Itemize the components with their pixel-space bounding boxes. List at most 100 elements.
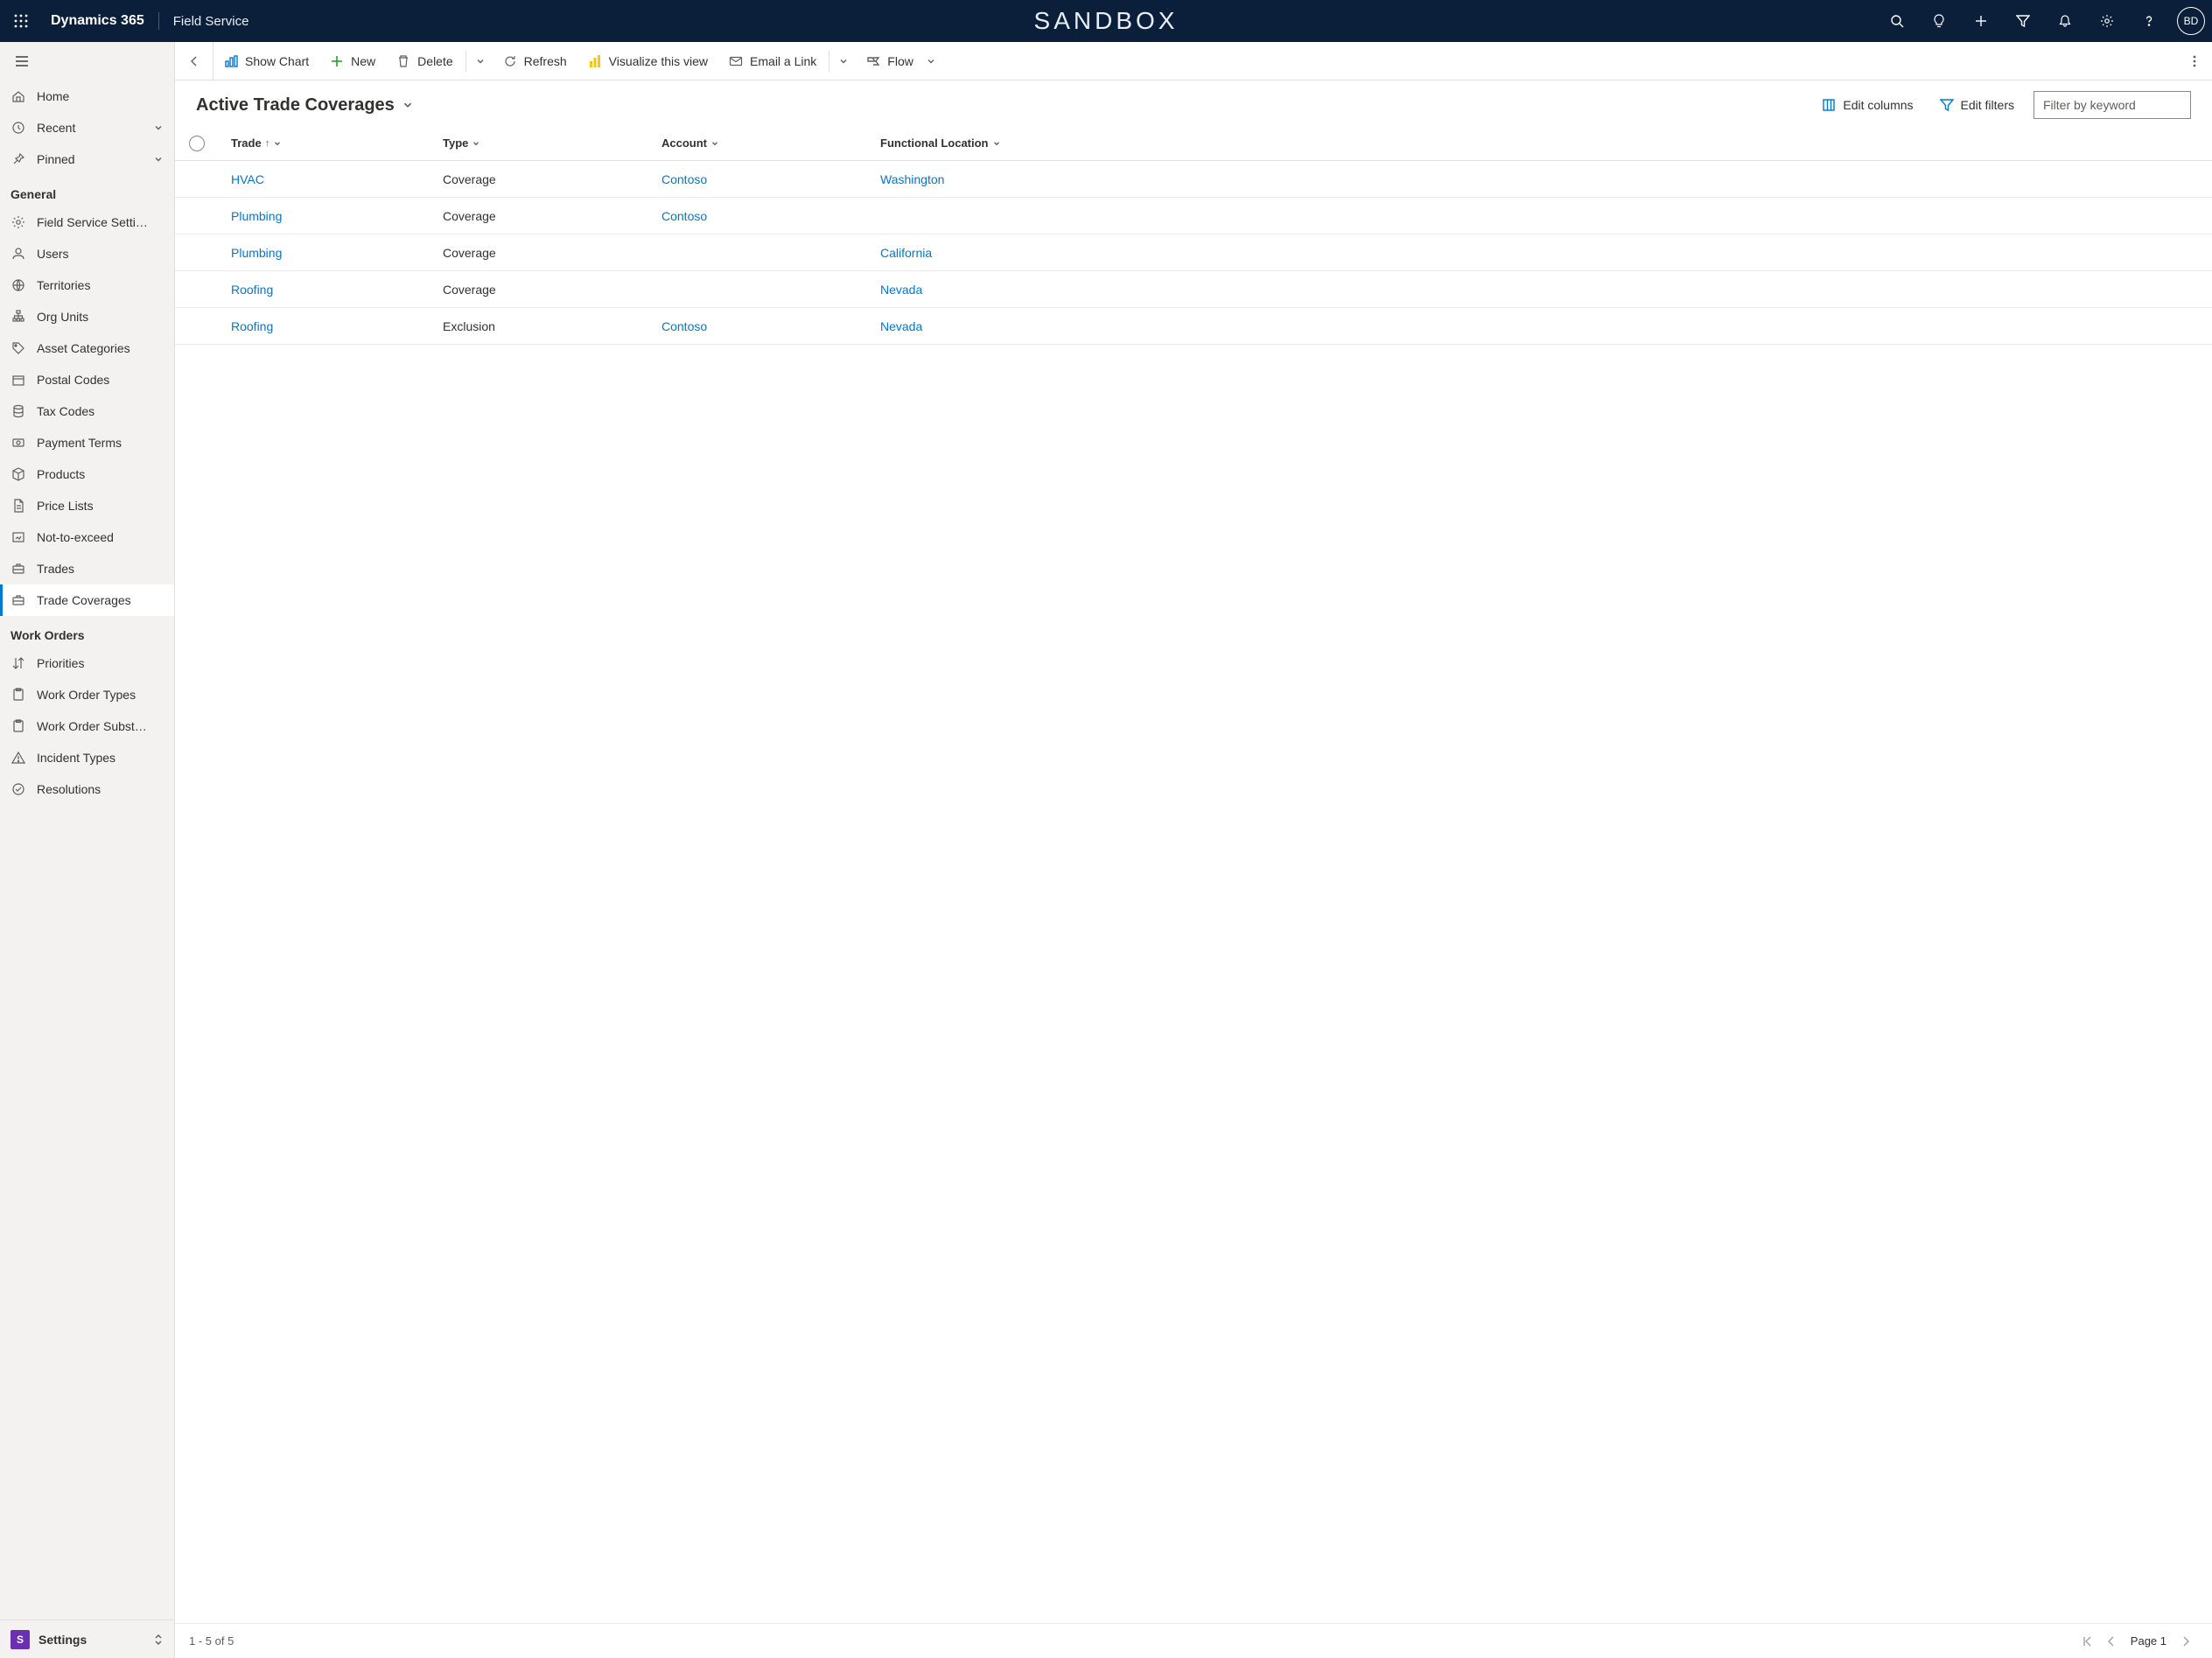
visualize-button[interactable]: Visualize this view: [578, 42, 718, 80]
next-page-button[interactable]: [2174, 1635, 2198, 1648]
filter-icon[interactable]: [2002, 0, 2044, 42]
separator: [829, 51, 830, 72]
chevron-down-icon: [153, 154, 164, 164]
area-badge: S: [10, 1630, 30, 1649]
app-name[interactable]: Field Service: [164, 14, 258, 29]
plus-icon: [330, 54, 344, 68]
sidebar-item-recent[interactable]: Recent: [0, 112, 174, 143]
flow-icon: [866, 54, 880, 68]
cell-trade[interactable]: Plumbing: [231, 246, 282, 260]
add-icon[interactable]: [1960, 0, 2002, 42]
sidebar-item-home[interactable]: Home: [0, 80, 174, 112]
sidebar-item[interactable]: Work Order Types: [0, 679, 174, 710]
sidebar-item[interactable]: Price Lists: [0, 490, 174, 521]
column-header-trade[interactable]: Trade ↑: [224, 136, 443, 150]
sidebar-item[interactable]: Postal Codes: [0, 364, 174, 395]
user-avatar[interactable]: BD: [2177, 7, 2205, 35]
sidebar-item[interactable]: Asset Categories: [0, 332, 174, 364]
cell-type: Coverage: [443, 172, 496, 186]
edit-columns-button[interactable]: Edit columns: [1815, 93, 1920, 117]
sidebar-item[interactable]: Org Units: [0, 301, 174, 332]
button-label: Edit columns: [1843, 98, 1913, 112]
sidebar-item[interactable]: Priorities: [0, 647, 174, 679]
sidebar-item-label: Home: [37, 89, 164, 103]
email-split-chevron[interactable]: [831, 56, 856, 66]
sidebar-item[interactable]: Products: [0, 458, 174, 490]
lightbulb-icon[interactable]: [1918, 0, 1960, 42]
email-link-button[interactable]: Email a Link: [718, 42, 827, 80]
nav-icon: [10, 529, 26, 545]
cell-account[interactable]: Contoso: [662, 209, 707, 223]
cell-trade[interactable]: HVAC: [231, 172, 264, 186]
column-header-type[interactable]: Type: [443, 136, 662, 150]
table-row[interactable]: PlumbingCoverageContoso: [175, 198, 2212, 234]
select-all-checkbox[interactable]: [189, 136, 224, 151]
table-row[interactable]: HVAC Coverage Contoso Washington: [175, 161, 2212, 198]
nav-icon: [10, 372, 26, 388]
chevron-down-icon: [926, 56, 936, 66]
cell-functional-location[interactable]: Nevada: [880, 283, 922, 297]
button-label: Refresh: [524, 54, 567, 68]
sidebar-item-pinned[interactable]: Pinned: [0, 143, 174, 175]
sidebar-item[interactable]: Territories: [0, 269, 174, 301]
sidebar-item[interactable]: Resolutions: [0, 773, 174, 805]
command-overflow-button[interactable]: [2177, 42, 2212, 80]
cell-trade[interactable]: Plumbing: [231, 209, 282, 223]
new-button[interactable]: New: [319, 42, 386, 80]
search-icon[interactable]: [1876, 0, 1918, 42]
refresh-icon: [503, 54, 517, 68]
brand-label[interactable]: Dynamics 365: [42, 13, 153, 29]
cell-trade[interactable]: Roofing: [231, 283, 273, 297]
command-bar: Show Chart New Delete Refresh Visualize …: [175, 42, 2212, 80]
help-icon[interactable]: [2128, 0, 2170, 42]
sidebar-item[interactable]: Not-to-exceed: [0, 521, 174, 553]
nav-icon: [10, 403, 26, 419]
sidebar-item[interactable]: Payment Terms: [0, 427, 174, 458]
chevron-down-icon: [153, 122, 164, 133]
button-label: Show Chart: [245, 54, 309, 68]
prev-page-button[interactable]: [2099, 1635, 2124, 1648]
sidebar-item-label: Price Lists: [37, 499, 164, 513]
sidebar-item[interactable]: Work Order Subst…: [0, 710, 174, 742]
app-launcher-icon[interactable]: [0, 0, 42, 42]
sidebar-item[interactable]: Field Service Setti…: [0, 206, 174, 238]
sidebar-item[interactable]: Incident Types: [0, 742, 174, 773]
area-switcher[interactable]: S Settings: [0, 1620, 174, 1658]
view-title[interactable]: Active Trade Coverages: [196, 95, 414, 115]
table-row[interactable]: PlumbingCoverageCalifornia: [175, 234, 2212, 271]
cell-functional-location[interactable]: Washington: [880, 172, 944, 186]
edit-filters-button[interactable]: Edit filters: [1933, 93, 2021, 117]
delete-split-chevron[interactable]: [468, 56, 493, 66]
sidebar-item[interactable]: Tax Codes: [0, 395, 174, 427]
cell-account[interactable]: Contoso: [662, 319, 707, 333]
cell-account[interactable]: Contoso: [662, 172, 707, 186]
sidebar-item[interactable]: Trade Coverages: [0, 584, 174, 616]
cell-trade[interactable]: Roofing: [231, 319, 273, 333]
show-chart-button[interactable]: Show Chart: [214, 42, 319, 80]
column-header-account[interactable]: Account: [662, 136, 880, 150]
cell-functional-location[interactable]: California: [880, 246, 932, 260]
sidebar-item-label: Org Units: [37, 310, 164, 324]
delete-button[interactable]: Delete: [386, 42, 463, 80]
sidebar-item-label: Work Order Types: [37, 688, 164, 702]
filter-keyword-input[interactable]: [2034, 91, 2191, 119]
button-label: New: [351, 54, 375, 68]
sidebar: Home Recent Pinned General Field Service…: [0, 42, 175, 1658]
flow-button[interactable]: Flow: [856, 42, 947, 80]
table-row[interactable]: RoofingCoverageNevada: [175, 271, 2212, 308]
column-header-functional-location[interactable]: Functional Location: [880, 136, 2212, 150]
chart-icon: [224, 54, 238, 68]
sidebar-item[interactable]: Trades: [0, 553, 174, 584]
cell-type: Exclusion: [443, 319, 495, 333]
settings-gear-icon[interactable]: [2086, 0, 2128, 42]
notifications-icon[interactable]: [2044, 0, 2086, 42]
refresh-button[interactable]: Refresh: [493, 42, 578, 80]
nav-icon: [10, 466, 26, 482]
first-page-button[interactable]: [2075, 1635, 2099, 1648]
table-row[interactable]: Roofing Exclusion Contoso Nevada: [175, 308, 2212, 345]
cell-functional-location[interactable]: Nevada: [880, 319, 922, 333]
sidebar-item-label: Not-to-exceed: [37, 530, 164, 544]
sidebar-item[interactable]: Users: [0, 238, 174, 269]
back-button[interactable]: [175, 42, 214, 80]
sidebar-toggle[interactable]: [0, 42, 174, 80]
